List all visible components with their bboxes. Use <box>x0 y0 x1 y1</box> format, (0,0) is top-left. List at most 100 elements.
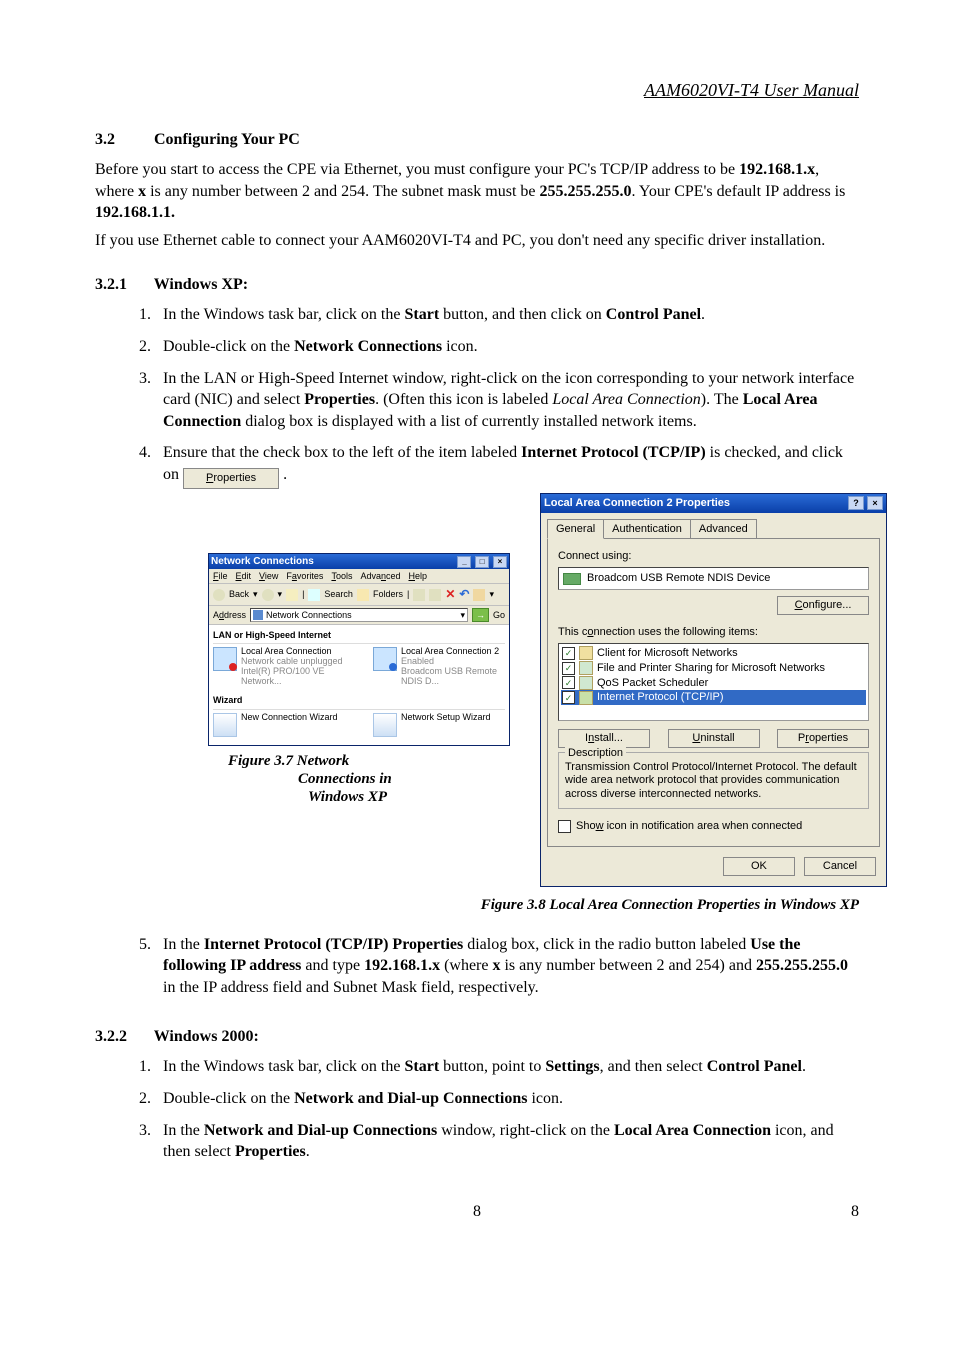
section-number: 3.2.1 <box>95 276 150 294</box>
service-icon <box>579 661 593 675</box>
menu-view[interactable]: View <box>259 570 278 582</box>
move-icon[interactable] <box>413 589 425 601</box>
item-label: File and Printer Sharing for Microsoft N… <box>597 661 825 676</box>
group-wizard: Wizard <box>213 694 505 706</box>
up-icon[interactable] <box>286 589 298 601</box>
show-icon-label: Show icon in notification area when conn… <box>576 819 802 834</box>
uses-following-label: This connection uses the following items… <box>558 625 869 640</box>
network-icon <box>213 647 237 671</box>
help-icon[interactable]: ? <box>848 496 864 510</box>
menu-edit[interactable]: Edit <box>236 570 252 582</box>
local-area-connection-2[interactable]: Local Area Connection 2 Enabled Broadcom… <box>373 647 503 687</box>
items-listbox[interactable]: ✓ Client for Microsoft Networks ✓ File a… <box>558 643 869 721</box>
properties-button[interactable]: Properties <box>777 729 869 748</box>
search-icon[interactable] <box>308 589 320 601</box>
group-lan: LAN or High-Speed Internet <box>213 629 505 641</box>
connect-using-label: Connect using: <box>558 549 869 564</box>
tab-authentication[interactable]: Authentication <box>603 519 691 540</box>
xp-step-2: Double-click on the Network Connections … <box>155 336 859 358</box>
search-label: Search <box>324 588 353 600</box>
xp-steps: In the Windows task bar, click on the St… <box>135 304 859 886</box>
network-icon <box>253 610 263 620</box>
section-number: 3.2.2 <box>95 1028 150 1046</box>
network-icon <box>373 647 397 671</box>
section-3-2-header: 3.2 Configuring Your PC <box>95 131 859 149</box>
go-label: Go <box>493 609 505 621</box>
titlebar: Network Connections _ □ × <box>209 554 509 570</box>
menu-file[interactable]: File <box>213 570 228 582</box>
chevron-down-icon[interactable]: ▾ <box>460 609 465 621</box>
item-label: Internet Protocol (TCP/IP) <box>597 690 724 705</box>
wizard-label: Network Setup Wizard <box>401 713 491 737</box>
local-area-connection-properties-dialog: Local Area Connection 2 Properties ? × G… <box>540 493 887 887</box>
description-text: Transmission Control Protocol/Internet P… <box>565 761 862 802</box>
xp-step-1: In the Windows task bar, click on the St… <box>155 304 859 326</box>
uninstall-button[interactable]: Uninstall <box>668 729 760 748</box>
configure-button[interactable]: Configure... <box>777 596 869 615</box>
service-icon <box>579 676 593 690</box>
description-groupbox: Description Transmission Control Protoco… <box>558 752 869 809</box>
back-icon[interactable] <box>213 589 225 601</box>
checkbox-icon[interactable]: ✓ <box>562 676 575 689</box>
menu-tools[interactable]: Tools <box>331 570 352 582</box>
cancel-button[interactable]: Cancel <box>804 857 876 876</box>
local-area-connection-1[interactable]: Local Area Connection Network cable unpl… <box>213 647 343 687</box>
w2k-step-1: In the Windows task bar, click on the St… <box>155 1056 859 1078</box>
new-connection-wizard[interactable]: New Connection Wizard <box>213 713 343 737</box>
checkbox-icon[interactable]: ✓ <box>562 662 575 675</box>
show-icon-row[interactable]: Show icon in notification area when conn… <box>558 819 869 834</box>
toolbar: Back ▾ ▾ | Search Folders | <box>209 584 509 605</box>
address-label: Address <box>213 609 246 621</box>
intro-paragraph-2: If you use Ethernet cable to connect you… <box>95 230 859 252</box>
list-item[interactable]: ✓ QoS Packet Scheduler <box>561 676 866 691</box>
page-number-right: 8 <box>851 1203 859 1221</box>
address-input[interactable]: Network Connections ▾ <box>250 608 468 622</box>
forward-icon[interactable] <box>262 589 274 601</box>
undo-icon[interactable]: ↶ <box>459 586 469 602</box>
tab-bar: General Authentication Advanced <box>541 513 886 540</box>
list-item-selected[interactable]: ✓ Internet Protocol (TCP/IP) <box>561 690 866 705</box>
close-icon[interactable]: × <box>493 556 507 568</box>
network-setup-wizard[interactable]: Network Setup Wizard <box>373 713 503 737</box>
list-item[interactable]: ✓ File and Printer Sharing for Microsoft… <box>561 661 866 676</box>
window-title: Network Connections <box>211 555 314 569</box>
checkbox-icon[interactable]: ✓ <box>562 647 575 660</box>
section-title: Windows XP: <box>154 276 248 293</box>
nic-icon <box>563 573 581 585</box>
checkbox-icon[interactable]: ✓ <box>562 691 575 704</box>
w2k-step-3: In the Network and Dial-up Connections w… <box>155 1120 859 1163</box>
doc-header: AAM6020VI-T4 User Manual <box>95 80 859 101</box>
checkbox-icon[interactable] <box>558 820 571 833</box>
intro-paragraph-1: Before you start to access the CPE via E… <box>95 159 859 224</box>
device-name: Broadcom USB Remote NDIS Device <box>587 571 770 586</box>
xp-steps-continued: In the Internet Protocol (TCP/IP) Proper… <box>135 934 859 999</box>
menu-advanced[interactable]: Advanced <box>360 570 400 582</box>
menu-favorites[interactable]: Favorites <box>286 570 323 582</box>
ok-button[interactable]: OK <box>723 857 795 876</box>
tab-general[interactable]: General <box>547 519 604 540</box>
connection-device: Intel(R) PRO/100 VE Network... <box>241 667 343 687</box>
section-3-2-2-header: 3.2.2 Windows 2000: <box>95 1028 859 1046</box>
delete-icon[interactable]: ✕ <box>445 586 455 602</box>
go-button[interactable]: → <box>472 608 489 622</box>
copy-icon[interactable] <box>429 589 441 601</box>
close-icon[interactable]: × <box>867 496 883 510</box>
menu-help[interactable]: Help <box>409 570 428 582</box>
tab-advanced[interactable]: Advanced <box>690 519 757 540</box>
folders-icon[interactable] <box>357 589 369 601</box>
tab-panel-general: Connect using: Broadcom USB Remote NDIS … <box>547 538 880 846</box>
maximize-icon[interactable]: □ <box>475 556 489 568</box>
w2k-step-2: Double-click on the Network and Dial-up … <box>155 1088 859 1110</box>
minimize-icon[interactable]: _ <box>457 556 471 568</box>
properties-button-inline[interactable]: Properties <box>183 468 279 489</box>
protocol-icon <box>579 691 593 705</box>
xp-step-4: Ensure that the check box to the left of… <box>155 442 859 886</box>
connection-device: Broadcom USB Remote NDIS D... <box>401 667 503 687</box>
device-box: Broadcom USB Remote NDIS Device <box>558 567 869 590</box>
views-icon[interactable] <box>473 589 485 601</box>
wizard-icon <box>373 713 397 737</box>
list-item[interactable]: ✓ Client for Microsoft Networks <box>561 646 866 661</box>
xp-step-3: In the LAN or High-Speed Internet window… <box>155 368 859 433</box>
wizard-icon <box>213 713 237 737</box>
section-title: Windows 2000: <box>154 1028 259 1045</box>
